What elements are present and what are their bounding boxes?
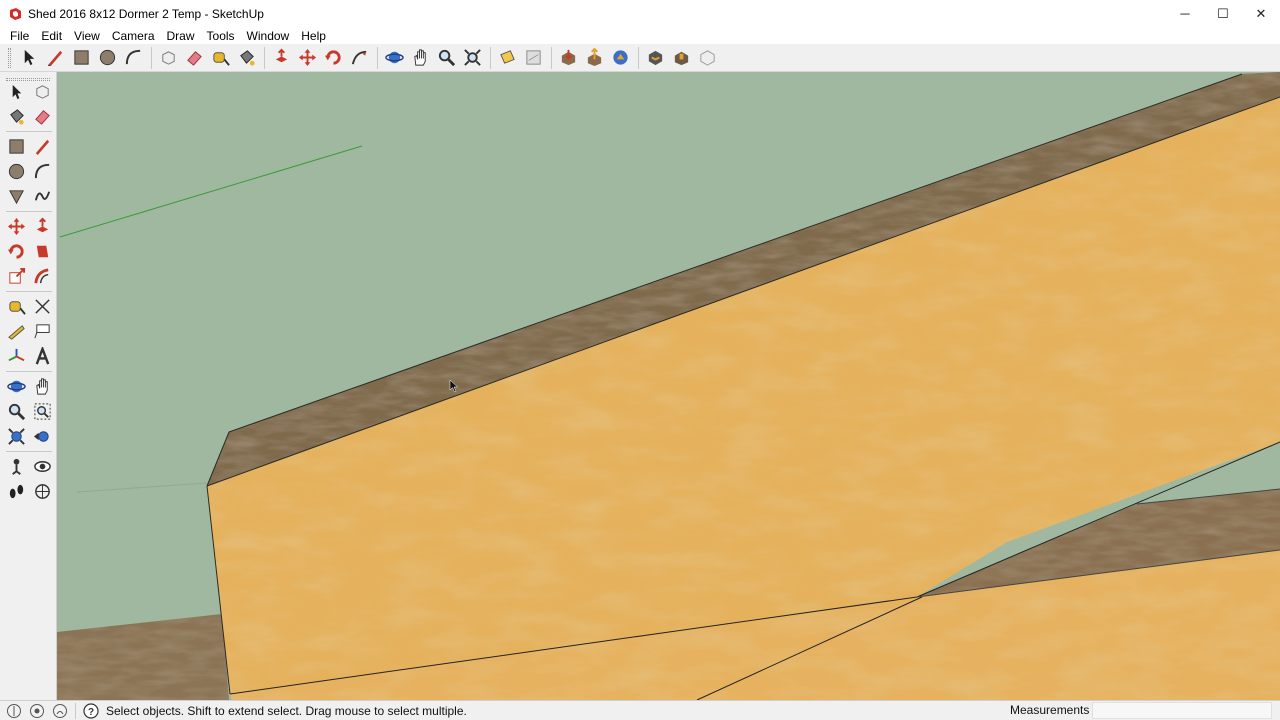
offset-icon[interactable] [30, 264, 54, 288]
toolbar-separator [264, 46, 265, 69]
axes-icon[interactable] [4, 344, 28, 368]
send-to-layout-icon[interactable] [695, 46, 719, 70]
select-icon[interactable] [4, 79, 28, 103]
large-tool-set [0, 72, 57, 700]
preview-3d-icon[interactable] [643, 46, 667, 70]
status-bar: ? Select objects. Shift to extend select… [0, 700, 1280, 720]
eraser-icon[interactable] [30, 104, 54, 128]
share-model-icon[interactable] [582, 46, 606, 70]
toolbar-separator [151, 46, 152, 69]
rotate-icon[interactable] [321, 46, 345, 70]
toolbar-grip[interactable] [8, 47, 11, 68]
rectangle-icon[interactable] [69, 46, 93, 70]
walk-icon[interactable] [4, 479, 28, 503]
orbit-icon[interactable] [382, 46, 406, 70]
menu-bar: File Edit View Camera Draw Tools Window … [0, 27, 1280, 44]
protractor-icon[interactable] [4, 319, 28, 343]
main-toolbar [0, 44, 1280, 72]
geo-location-icon[interactable] [5, 702, 23, 720]
make-component-icon[interactable] [156, 46, 180, 70]
rotate-icon[interactable] [4, 239, 28, 263]
sketchup-logo-icon [10, 7, 21, 20]
menu-draw[interactable]: Draw [161, 29, 201, 43]
minimize-button[interactable]: ─ [1166, 0, 1204, 27]
model-scene [57, 72, 1280, 700]
arc-icon[interactable] [30, 159, 54, 183]
menu-file[interactable]: File [4, 29, 35, 43]
section-plane-icon[interactable] [30, 479, 54, 503]
title-bar: Shed 2016 8x12 Dormer 2 Temp - SketchUp … [0, 0, 1280, 27]
rectangle-icon[interactable] [4, 134, 28, 158]
toolbar-separator [490, 46, 491, 69]
menu-window[interactable]: Window [241, 29, 296, 43]
measurements-input[interactable] [1092, 702, 1272, 719]
zoom-icon[interactable] [4, 399, 28, 423]
circle-icon[interactable] [95, 46, 119, 70]
toolbar-separator [6, 211, 52, 212]
close-button[interactable]: ✕ [1242, 0, 1280, 27]
zoom-window-icon[interactable] [30, 399, 54, 423]
pan-icon[interactable] [30, 374, 54, 398]
zoom-icon[interactable] [434, 46, 458, 70]
menu-camera[interactable]: Camera [106, 29, 161, 43]
toolbar-separator [377, 46, 378, 69]
sketchup-window: Shed 2016 8x12 Dormer 2 Temp - SketchUp … [0, 0, 1280, 720]
menu-edit[interactable]: Edit [35, 29, 68, 43]
position-camera-icon[interactable] [4, 454, 28, 478]
previous-view-icon[interactable] [30, 424, 54, 448]
extension-warehouse-icon[interactable] [608, 46, 632, 70]
toolbar-separator [551, 46, 552, 69]
paint-bucket-icon[interactable] [234, 46, 258, 70]
layout-doc-icon[interactable] [521, 46, 545, 70]
make-component-icon[interactable] [30, 79, 54, 103]
dimension-icon[interactable] [30, 294, 54, 318]
push-pull-icon[interactable] [269, 46, 293, 70]
section-plane-icon[interactable] [495, 46, 519, 70]
toolbar-separator [6, 371, 52, 372]
pencil-line-icon[interactable] [30, 134, 54, 158]
paint-bucket-icon[interactable] [4, 104, 28, 128]
credits-icon[interactable] [28, 702, 46, 720]
instructor-help-icon[interactable]: ? [82, 702, 100, 720]
follow-me-icon[interactable] [347, 46, 371, 70]
text-icon[interactable] [30, 319, 54, 343]
pencil-line-icon[interactable] [43, 46, 67, 70]
status-divider [75, 702, 76, 719]
eraser-icon[interactable] [182, 46, 206, 70]
polygon-icon[interactable] [4, 184, 28, 208]
arc-icon[interactable] [121, 46, 145, 70]
maximize-button[interactable]: ☐ [1204, 0, 1242, 27]
svg-text:?: ? [88, 707, 94, 718]
user-icon[interactable] [51, 702, 69, 720]
zoom-extents-icon[interactable] [4, 424, 28, 448]
status-message: Select objects. Shift to extend select. … [106, 703, 467, 718]
get-models-icon[interactable] [556, 46, 580, 70]
freehand-icon[interactable] [30, 184, 54, 208]
circle-icon[interactable] [4, 159, 28, 183]
menu-view[interactable]: View [68, 29, 106, 43]
orbit-icon[interactable] [4, 374, 28, 398]
measurements-label: Measurements [1010, 703, 1090, 717]
menu-tools[interactable]: Tools [201, 29, 241, 43]
select-icon[interactable] [17, 46, 41, 70]
tape-measure-icon[interactable] [208, 46, 232, 70]
toolbar-separator [638, 46, 639, 69]
scale-icon[interactable] [4, 264, 28, 288]
drawing-area[interactable] [57, 72, 1280, 700]
menu-help[interactable]: Help [295, 29, 332, 43]
tape-measure-icon[interactable] [4, 294, 28, 318]
push-pull-icon[interactable] [30, 214, 54, 238]
move-icon[interactable] [295, 46, 319, 70]
toolbar-separator [6, 131, 52, 132]
move-icon[interactable] [4, 214, 28, 238]
window-title: Shed 2016 8x12 Dormer 2 Temp - SketchUp [28, 6, 264, 21]
zoom-extents-icon[interactable] [460, 46, 484, 70]
pan-icon[interactable] [408, 46, 432, 70]
3d-text-icon[interactable] [30, 344, 54, 368]
warehouse-share-icon[interactable] [669, 46, 693, 70]
look-around-icon[interactable] [30, 454, 54, 478]
toolbar-separator [6, 451, 52, 452]
toolbar-separator [6, 291, 52, 292]
follow-me-icon[interactable] [30, 239, 54, 263]
